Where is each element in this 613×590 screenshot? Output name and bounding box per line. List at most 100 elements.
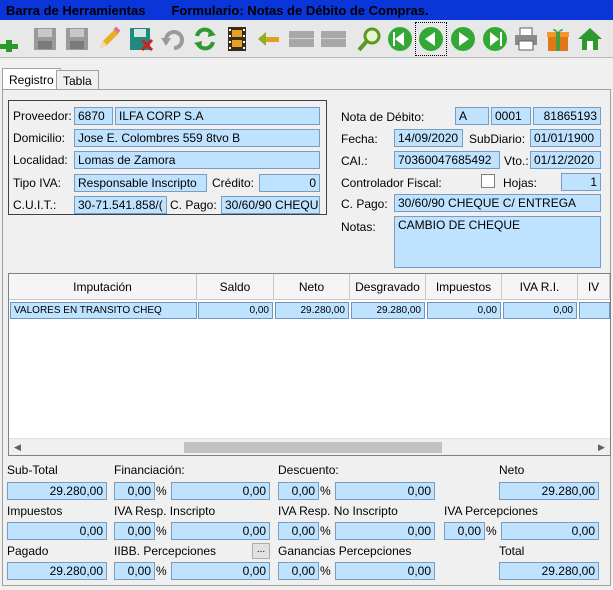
search-icon: [357, 27, 381, 52]
iibb-detail-button[interactable]: ...: [252, 543, 270, 559]
nota-punto-field[interactable]: 0001: [491, 107, 531, 125]
ganancias-percepciones-label: Ganancias Percepciones: [278, 544, 412, 558]
nota-numero-field[interactable]: 81865193: [533, 107, 601, 125]
imputacion-grid[interactable]: Imputación Saldo Neto Desgravado Impuest…: [8, 273, 611, 456]
cai-field[interactable]: 70360047685492: [394, 151, 500, 169]
iva-rni-pct-field[interactable]: 0,00: [278, 522, 319, 540]
grid-cell-neto[interactable]: 29.280,00: [275, 302, 349, 319]
iibb-percepciones-label: IIBB. Percepciones: [114, 544, 217, 558]
nota-debito-label: Nota de Débito:: [341, 110, 425, 124]
ganancias-field[interactable]: 0,00: [335, 562, 435, 580]
nota-letra-field[interactable]: A: [455, 107, 489, 125]
delete-button[interactable]: [126, 23, 156, 55]
cuit-label: C.U.I.T.:: [13, 198, 57, 212]
iva-rni-pct-sign: %: [320, 524, 331, 538]
proveedor-cpago-field[interactable]: 30/60/90 CHEQU: [221, 196, 320, 214]
subtotal-field[interactable]: 29.280,00: [7, 482, 107, 500]
last-button[interactable]: [480, 23, 510, 55]
grid-header-imputacion[interactable]: Imputación: [9, 274, 197, 300]
prev-button[interactable]: [415, 22, 447, 56]
neto-field[interactable]: 29.280,00: [499, 482, 599, 500]
iva-ri-pct-field[interactable]: 0,00: [114, 522, 155, 540]
fecha-label: Fecha:: [341, 132, 378, 146]
prev-icon: [419, 27, 443, 51]
cai-label: CAI.:: [341, 154, 368, 168]
add-button[interactable]: [0, 23, 24, 55]
vto-field[interactable]: 01/12/2020: [530, 151, 601, 169]
tipo-iva-field[interactable]: Responsable Inscripto: [74, 174, 207, 192]
grid-cell-imputacion[interactable]: VALORES EN TRANSITO CHEQ: [10, 302, 197, 319]
scroll-thumb[interactable]: [184, 442, 442, 453]
nota-cpago-field[interactable]: 30/60/90 CHEQUE C/ ENTREGA: [394, 194, 601, 212]
home-button[interactable]: [575, 23, 605, 55]
domicilio-field[interactable]: Jose E. Colombres 559 8tvo B: [74, 129, 320, 147]
plus-icon: [0, 40, 18, 52]
financiacion-pct-sign: %: [156, 484, 167, 498]
credito-field[interactable]: 0: [259, 174, 320, 192]
iva-percepciones-field[interactable]: 0,00: [501, 522, 599, 540]
descuento-label: Descuento:: [278, 463, 339, 477]
blank-icon: [289, 31, 314, 47]
iibb-pct-field[interactable]: 0,00: [114, 562, 155, 580]
domicilio-label: Domicilio:: [13, 131, 66, 145]
grid-header-iva-ri[interactable]: IVA R.I.: [502, 274, 578, 300]
iva-percepciones-pct-field[interactable]: 0,00: [444, 522, 485, 540]
localidad-field[interactable]: Lomas de Zamora: [74, 151, 320, 169]
blank2-button[interactable]: [318, 23, 348, 55]
gift-button[interactable]: [543, 23, 573, 55]
total-field[interactable]: 29.280,00: [499, 562, 599, 580]
scroll-left-icon[interactable]: ◀: [9, 439, 26, 456]
grid-header-saldo[interactable]: Saldo: [197, 274, 274, 300]
blank-icon: [321, 31, 346, 47]
window-title: Barra de Herramientas: [6, 2, 146, 18]
proveedor-name-field[interactable]: ILFA CORP S.A: [115, 107, 320, 125]
localidad-label: Localidad:: [13, 153, 68, 167]
save-button[interactable]: [30, 23, 60, 55]
edit-button[interactable]: [94, 23, 124, 55]
cuit-field[interactable]: 30-71.541.858/(: [74, 196, 167, 214]
floppy-icon: [66, 28, 88, 50]
grid-header-desgravado[interactable]: Desgravado: [350, 274, 426, 300]
blank1-button[interactable]: [286, 23, 316, 55]
refresh-button[interactable]: [190, 23, 220, 55]
printer-icon: [515, 27, 537, 51]
controlador-fiscal-checkbox[interactable]: [481, 174, 495, 188]
descuento-pct-field[interactable]: 0,00: [278, 482, 319, 500]
iva-ri-field[interactable]: 0,00: [171, 522, 270, 540]
tab-tabla[interactable]: Tabla: [56, 70, 99, 90]
tab-registro[interactable]: Registro: [2, 68, 61, 90]
grid-header-iva-extra[interactable]: IV: [578, 274, 610, 300]
proveedor-code-field[interactable]: 6870: [74, 107, 113, 125]
iva-rni-field[interactable]: 0,00: [335, 522, 435, 540]
financiacion-field[interactable]: 0,00: [171, 482, 270, 500]
back-button[interactable]: [254, 23, 284, 55]
grid-cell-iva-extra[interactable]: [579, 302, 610, 319]
subdiario-field[interactable]: 01/01/1900: [530, 129, 601, 147]
save-copy-button[interactable]: [62, 23, 92, 55]
search-button[interactable]: [355, 23, 385, 55]
grid-cell-impuestos[interactable]: 0,00: [427, 302, 501, 319]
grid-header-neto[interactable]: Neto: [274, 274, 350, 300]
registro-panel: Proveedor: 6870 ILFA CORP S.A Domicilio:…: [2, 89, 611, 586]
grid-horizontal-scrollbar[interactable]: ◀ ▶: [9, 438, 610, 455]
grid-cell-iva-ri[interactable]: 0,00: [503, 302, 577, 319]
ganancias-pct-field[interactable]: 0,00: [278, 562, 319, 580]
fecha-field[interactable]: 14/09/2020: [394, 129, 463, 147]
financiacion-pct-field[interactable]: 0,00: [114, 482, 155, 500]
grid-cell-saldo[interactable]: 0,00: [198, 302, 273, 319]
scroll-right-icon[interactable]: ▶: [593, 439, 610, 456]
undo-button[interactable]: [158, 23, 188, 55]
hojas-field[interactable]: 1: [561, 173, 601, 191]
iva-percepciones-pct-sign: %: [486, 524, 497, 538]
print-button[interactable]: [511, 23, 541, 55]
notas-field[interactable]: CAMBIO DE CHEQUE: [394, 216, 601, 268]
pagado-field[interactable]: 29.280,00: [7, 562, 107, 580]
film-button[interactable]: [222, 23, 252, 55]
first-button[interactable]: [385, 23, 415, 55]
next-button[interactable]: [448, 23, 478, 55]
descuento-field[interactable]: 0,00: [335, 482, 435, 500]
iibb-field[interactable]: 0,00: [171, 562, 270, 580]
grid-header-impuestos[interactable]: Impuestos: [426, 274, 502, 300]
grid-cell-desgravado[interactable]: 29.280,00: [351, 302, 425, 319]
impuestos-field[interactable]: 0,00: [7, 522, 107, 540]
